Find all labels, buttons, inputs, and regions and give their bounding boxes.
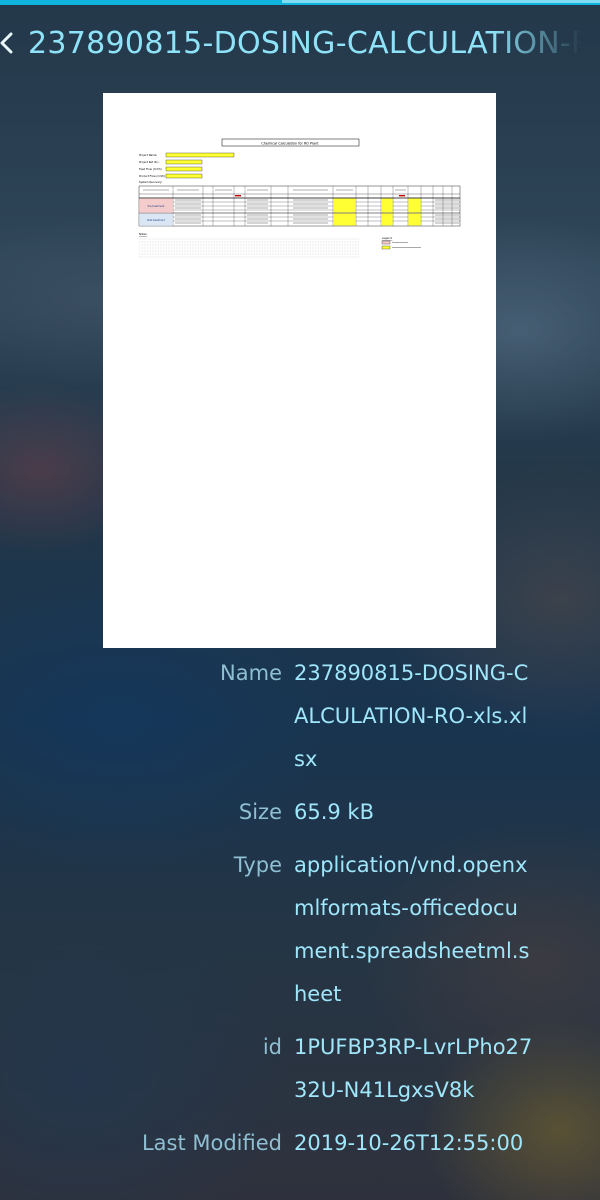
detail-label: Name bbox=[220, 661, 282, 685]
document-preview[interactable]: Chemical Calculation for RO Plant Projec… bbox=[103, 93, 496, 648]
header: 237890815-DOSING-CALCULATION-RO-xls.xlsx bbox=[0, 20, 600, 74]
progress-bar-highlight bbox=[282, 0, 600, 3]
detail-row-last-modified: Last Modified 2019-10-26T12:55:00 bbox=[0, 1122, 600, 1165]
detail-value: application/vnd.openxmlformats-officedoc… bbox=[294, 853, 530, 1006]
page-title: 237890815-DOSING-CALCULATION-RO-xls.xlsx bbox=[28, 26, 600, 61]
detail-row-type: Type application/vnd.openxmlformats-offi… bbox=[0, 844, 600, 1016]
section-label: Post-treatment bbox=[147, 219, 165, 222]
detail-value: 65.9 kB bbox=[294, 800, 375, 824]
field-label: Project Ref. No.: bbox=[139, 160, 160, 164]
detail-row-name: Name 237890815-DOSING-CALCULATION-RO-xls… bbox=[0, 652, 600, 781]
detail-row-id: id 1PUFBP3RP-LvrLPho2732U-N41LgxsV8k bbox=[0, 1026, 600, 1112]
detail-row-size: Size 65.9 kB bbox=[0, 791, 600, 834]
sheet-title: Chemical Calculation for RO Plant bbox=[261, 142, 319, 146]
section-label: Pre-treatment bbox=[148, 205, 165, 208]
field-label: Feed Flow (m3/h): bbox=[139, 167, 162, 171]
back-chevron-icon[interactable] bbox=[0, 30, 20, 56]
spreadsheet-thumbnail: Chemical Calculation for RO Plant Projec… bbox=[138, 138, 461, 258]
progress-bar bbox=[0, 0, 600, 5]
notes-label: Notes: bbox=[139, 232, 147, 236]
field-label: System Recovery: bbox=[139, 180, 162, 184]
field-label: Project Name: bbox=[139, 153, 157, 157]
detail-label: Size bbox=[238, 800, 282, 824]
detail-value: 1PUFBP3RP-LvrLPho2732U-N41LgxsV8k bbox=[294, 1035, 533, 1102]
file-details: Name 237890815-DOSING-CALCULATION-RO-xls… bbox=[0, 652, 600, 1175]
detail-value: 237890815-DOSING-CALCULATION-RO-xls.xlsx bbox=[294, 661, 529, 771]
legend-label: Legend: bbox=[382, 236, 393, 240]
detail-label: id bbox=[262, 1035, 282, 1059]
detail-label: Type bbox=[233, 853, 282, 877]
field-label: Product Flow (m3/h): bbox=[139, 174, 166, 178]
detail-label: Last Modified bbox=[141, 1131, 282, 1155]
detail-value: 2019-10-26T12:55:00 bbox=[294, 1131, 524, 1155]
